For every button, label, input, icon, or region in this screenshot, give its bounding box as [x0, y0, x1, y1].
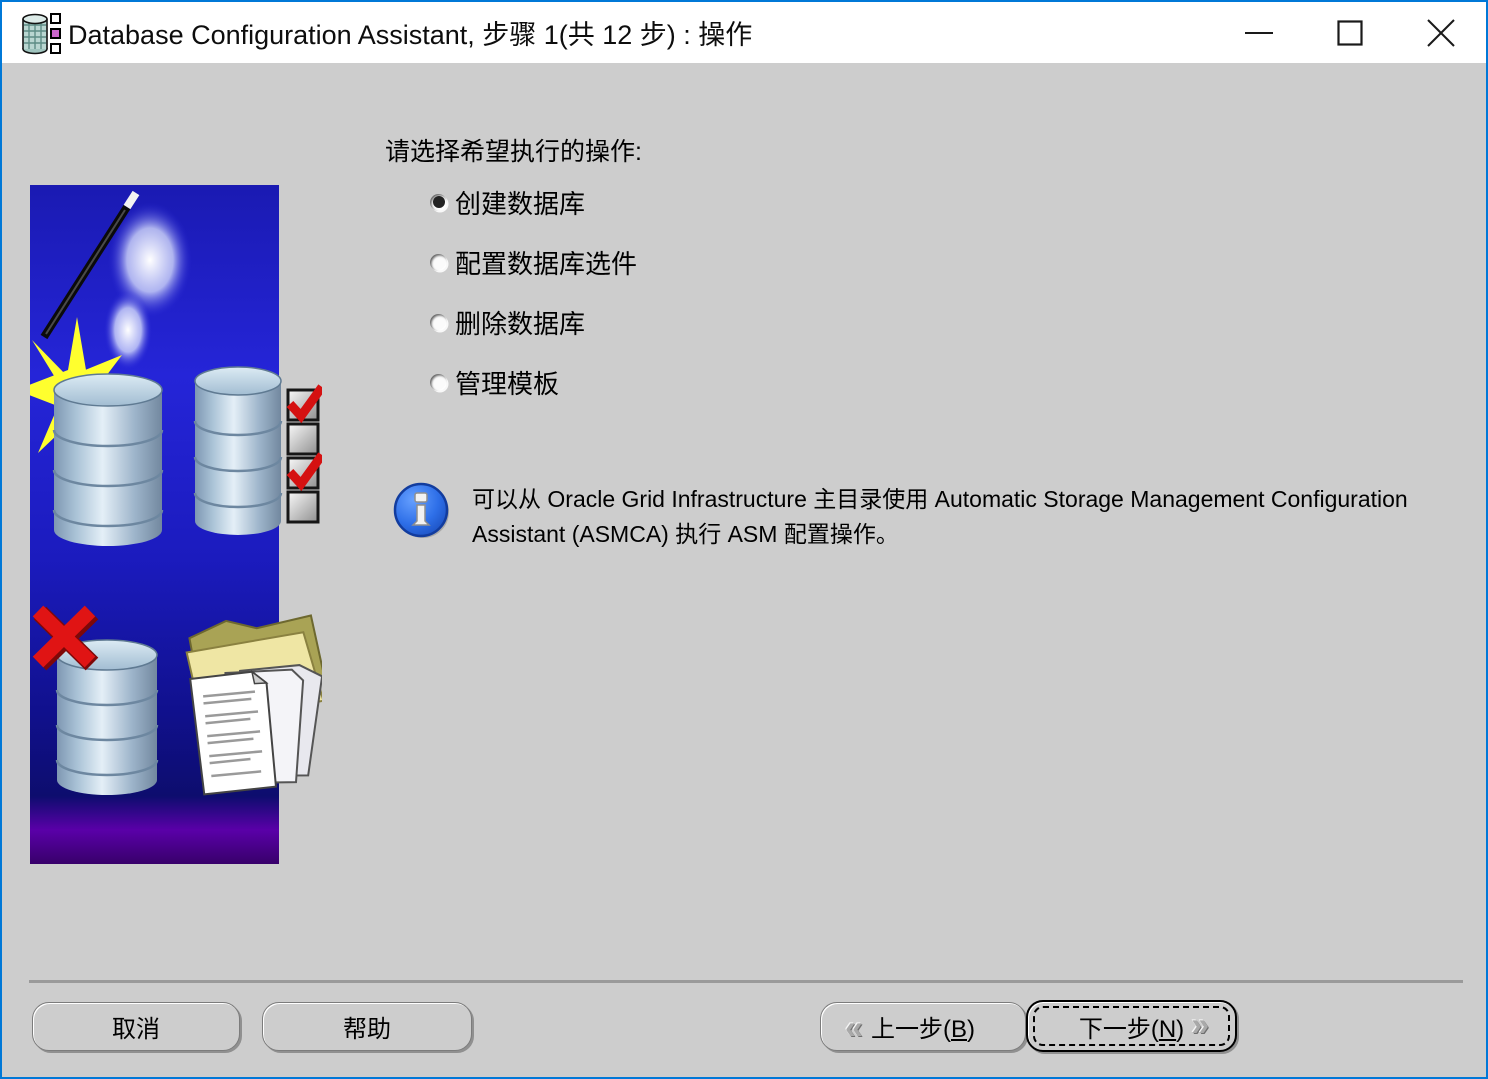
back-button[interactable]: « 上一步(B) — [820, 1002, 1026, 1051]
radio-create-database[interactable]: 创建数据库 — [430, 187, 585, 219]
window-controls — [1213, 2, 1486, 63]
close-button[interactable] — [1395, 2, 1486, 63]
next-button[interactable]: 下一步(N) » — [1026, 1000, 1237, 1052]
radio-button[interactable] — [430, 313, 447, 331]
dbca-app-icon — [22, 12, 61, 54]
back-chevron-icon: « — [845, 1009, 863, 1045]
maximize-button[interactable] — [1304, 2, 1395, 63]
documents-icon — [189, 664, 322, 796]
radio-configure-database-options[interactable]: 配置数据库选件 — [430, 247, 637, 279]
cancel-button[interactable]: 取消 — [32, 1002, 240, 1051]
option-label: 管理模板 — [455, 368, 560, 399]
radio-delete-database[interactable]: 删除数据库 — [430, 307, 585, 339]
database-cylinder-bottom — [55, 639, 159, 795]
footer-separator — [29, 980, 1463, 983]
minimize-button[interactable] — [1213, 2, 1304, 63]
checklist-icon — [286, 384, 322, 524]
cancel-label: 取消 — [112, 1016, 160, 1043]
radio-button[interactable] — [430, 253, 447, 271]
info-icon — [393, 482, 449, 538]
next-chevron-icon: » — [1191, 1006, 1209, 1042]
close-icon — [1426, 18, 1455, 47]
back-label: 上一步(B) — [870, 1016, 975, 1043]
radio-manage-templates[interactable]: 管理模板 — [430, 367, 559, 399]
option-label: 配置数据库选件 — [455, 248, 638, 279]
radio-button[interactable] — [430, 373, 447, 391]
action-prompt: 请选择希望执行的操作: — [385, 138, 642, 166]
help-button[interactable]: 帮助 — [262, 1002, 472, 1051]
minimize-icon — [1244, 31, 1273, 34]
option-label: 删除数据库 — [455, 308, 586, 339]
info-message: 可以从 Oracle Grid Infrastructure 主目录使用 Aut… — [472, 486, 1408, 547]
radio-button[interactable] — [430, 193, 447, 211]
next-label: 下一步(N) — [1078, 1015, 1185, 1043]
dbca-window: Database Configuration Assistant, 步骤 1(共… — [0, 0, 1488, 1079]
database-cylinder-right — [193, 366, 283, 535]
maximize-icon — [1336, 19, 1363, 46]
option-label: 创建数据库 — [455, 188, 586, 219]
wand-glow-tail — [104, 290, 152, 370]
help-label: 帮助 — [343, 1016, 391, 1043]
title-bar: Database Configuration Assistant, 步骤 1(共… — [2, 2, 1486, 63]
window-title: Database Configuration Assistant, 步骤 1(共… — [68, 20, 753, 50]
wizard-graphic — [30, 185, 322, 864]
database-cylinder-left — [52, 373, 164, 546]
